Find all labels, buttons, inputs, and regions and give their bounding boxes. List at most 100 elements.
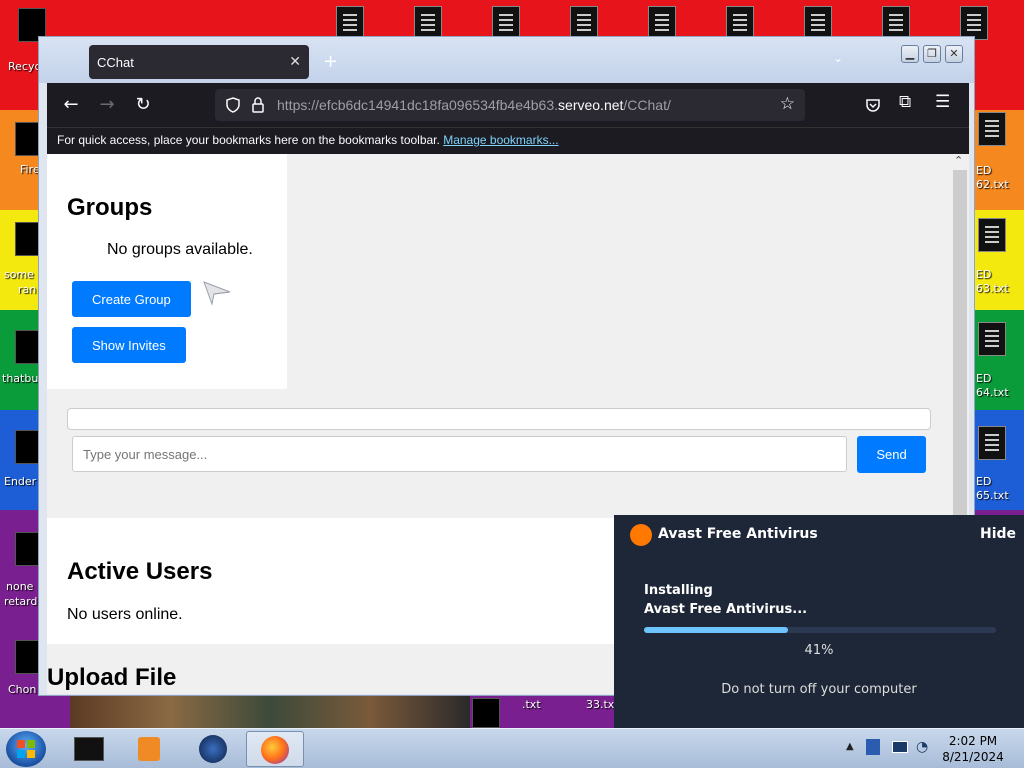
install-progress-text: 41% bbox=[804, 643, 834, 658]
text-file-icon[interactable] bbox=[648, 6, 676, 40]
media-player-icon bbox=[138, 737, 160, 761]
desktop-label: Fire bbox=[20, 163, 40, 176]
avast-title: Avast Free Antivirus bbox=[658, 526, 818, 542]
text-file-icon[interactable] bbox=[978, 218, 1006, 252]
create-group-button[interactable]: Create Group bbox=[72, 281, 191, 317]
desktop-label: some bbox=[4, 268, 34, 281]
desktop-label: thatbu bbox=[2, 372, 39, 385]
text-file-icon[interactable] bbox=[978, 322, 1006, 356]
show-invites-button[interactable]: Show Invites bbox=[72, 327, 186, 363]
desktop-label: 63.txt bbox=[976, 282, 1009, 295]
desktop-label: ED bbox=[976, 268, 992, 281]
clock[interactable]: 2:02 PM 8/21/2024 bbox=[928, 733, 1018, 765]
install-status-line: Avast Free Antivirus... bbox=[644, 602, 808, 617]
maximize-button[interactable]: ❐ bbox=[923, 45, 941, 63]
extensions-icon[interactable]: ⧉ bbox=[899, 92, 911, 112]
chevron-down-icon[interactable]: ⌄ bbox=[833, 51, 843, 65]
install-progress-fill bbox=[644, 627, 789, 633]
text-file-icon[interactable] bbox=[978, 112, 1006, 146]
scroll-up-icon[interactable]: ⌃ bbox=[954, 154, 963, 167]
url-text[interactable]: https://efcb6dc14941dc18fa096534fb4e4b63… bbox=[277, 97, 671, 113]
no-groups-text: No groups available. bbox=[107, 241, 253, 258]
taskbar-app-media-player[interactable] bbox=[120, 731, 178, 767]
paper-plane-icon bbox=[203, 281, 231, 306]
start-button[interactable] bbox=[6, 731, 46, 767]
desktop-label: ran bbox=[18, 283, 37, 296]
bookmarks-hint: For quick access, place your bookmarks h… bbox=[57, 133, 440, 147]
taskbar-app-globe[interactable] bbox=[184, 731, 242, 767]
text-file-icon[interactable] bbox=[882, 6, 910, 40]
desktop-label: 64.txt bbox=[976, 386, 1009, 399]
monitor-icon[interactable] bbox=[892, 741, 908, 753]
tab-cchat[interactable]: CChat ✕ bbox=[89, 45, 309, 79]
text-file-icon[interactable] bbox=[336, 6, 364, 40]
manage-bookmarks-link[interactable]: Manage bookmarks... bbox=[443, 133, 558, 147]
volume-icon[interactable]: ◔ bbox=[916, 739, 928, 755]
text-file-icon[interactable] bbox=[570, 6, 598, 40]
desktop-label: ED bbox=[976, 372, 992, 385]
message-input[interactable] bbox=[72, 436, 847, 472]
close-window-button[interactable]: ✕ bbox=[945, 45, 963, 63]
text-file-icon[interactable] bbox=[978, 426, 1006, 460]
url-prefix: https://efcb6dc14941dc18fa096534fb4e4b63… bbox=[277, 97, 559, 113]
taskbar-app-firefox[interactable] bbox=[246, 731, 304, 767]
desktop-label: .txt bbox=[522, 698, 541, 711]
text-file-icon[interactable] bbox=[804, 6, 832, 40]
desktop-label: none bbox=[6, 580, 34, 593]
forward-arrow-icon[interactable]: → bbox=[95, 93, 119, 117]
firefox-icon bbox=[261, 736, 289, 764]
hide-button[interactable]: Hide bbox=[980, 526, 1016, 542]
url-path: /CChat/ bbox=[623, 97, 671, 113]
desktop-image-thumbnail bbox=[70, 696, 470, 728]
pocket-icon[interactable] bbox=[865, 97, 881, 113]
minimize-button[interactable]: ▁ bbox=[901, 45, 919, 63]
lock-icon[interactable] bbox=[251, 97, 265, 113]
clock-time: 2:02 PM bbox=[948, 734, 998, 748]
terminal-icon bbox=[74, 737, 104, 761]
no-users-text: No users online. bbox=[67, 606, 183, 623]
active-users-title: Active Users bbox=[67, 558, 213, 585]
install-note: Do not turn off your computer bbox=[721, 682, 917, 697]
desktop-label: Ender bbox=[4, 475, 37, 488]
groups-title: Groups bbox=[67, 194, 153, 221]
network-icon[interactable] bbox=[866, 739, 880, 755]
install-status-line: Installing bbox=[644, 583, 713, 598]
avast-notification: Avast Free Antivirus Hide Installing Ava… bbox=[614, 515, 1024, 728]
reload-icon[interactable]: ↻ bbox=[131, 93, 155, 117]
plus-icon[interactable]: + bbox=[323, 51, 338, 72]
tray-expand-icon[interactable]: ▲ bbox=[846, 741, 854, 752]
desktop-label: Recyc bbox=[8, 60, 41, 73]
desktop-label: 65.txt bbox=[976, 489, 1009, 502]
back-arrow-icon[interactable]: ← bbox=[59, 93, 83, 117]
tab-title: CChat bbox=[97, 55, 134, 70]
messages-box bbox=[67, 408, 931, 430]
send-button[interactable]: Send bbox=[857, 436, 926, 473]
url-domain: serveo.net bbox=[558, 97, 624, 113]
url-bar[interactable]: https://efcb6dc14941dc18fa096534fb4e4b63… bbox=[215, 89, 805, 121]
clock-date: 8/21/2024 bbox=[942, 750, 1004, 764]
avast-logo-icon bbox=[630, 524, 652, 546]
desktop-label: 62.txt bbox=[976, 178, 1009, 191]
globe-icon bbox=[199, 735, 227, 763]
text-file-icon[interactable] bbox=[414, 6, 442, 40]
title-bar: CChat ✕ + ⌄ ▁ ❐ ✕ bbox=[39, 37, 974, 83]
text-file-icon[interactable] bbox=[960, 6, 988, 40]
desktop-file-icon[interactable] bbox=[472, 698, 500, 728]
bookmark-star-icon[interactable]: ☆ bbox=[780, 94, 795, 114]
shield-icon[interactable] bbox=[225, 97, 241, 113]
install-progress-bar bbox=[644, 627, 996, 633]
upload-file-title: Upload File bbox=[47, 664, 177, 691]
desktop-label: ED bbox=[976, 475, 992, 488]
desktop-label: ED bbox=[976, 164, 992, 177]
desktop-label: Chon bbox=[8, 683, 37, 696]
text-file-icon[interactable] bbox=[726, 6, 754, 40]
taskbar: ▲ ◔ 2:02 PM 8/21/2024 bbox=[0, 728, 1024, 768]
bookmarks-toolbar: For quick access, place your bookmarks h… bbox=[47, 127, 969, 154]
install-status: Installing Avast Free Antivirus... bbox=[644, 581, 807, 619]
navigation-bar: ← → ↻ https://efcb6dc14941dc18fa096534fb… bbox=[47, 83, 969, 127]
taskbar-app-terminal[interactable] bbox=[60, 731, 118, 767]
close-icon[interactable]: ✕ bbox=[289, 53, 301, 70]
windows-logo-icon bbox=[17, 740, 35, 758]
menu-icon[interactable]: ☰ bbox=[935, 92, 950, 112]
text-file-icon[interactable] bbox=[492, 6, 520, 40]
